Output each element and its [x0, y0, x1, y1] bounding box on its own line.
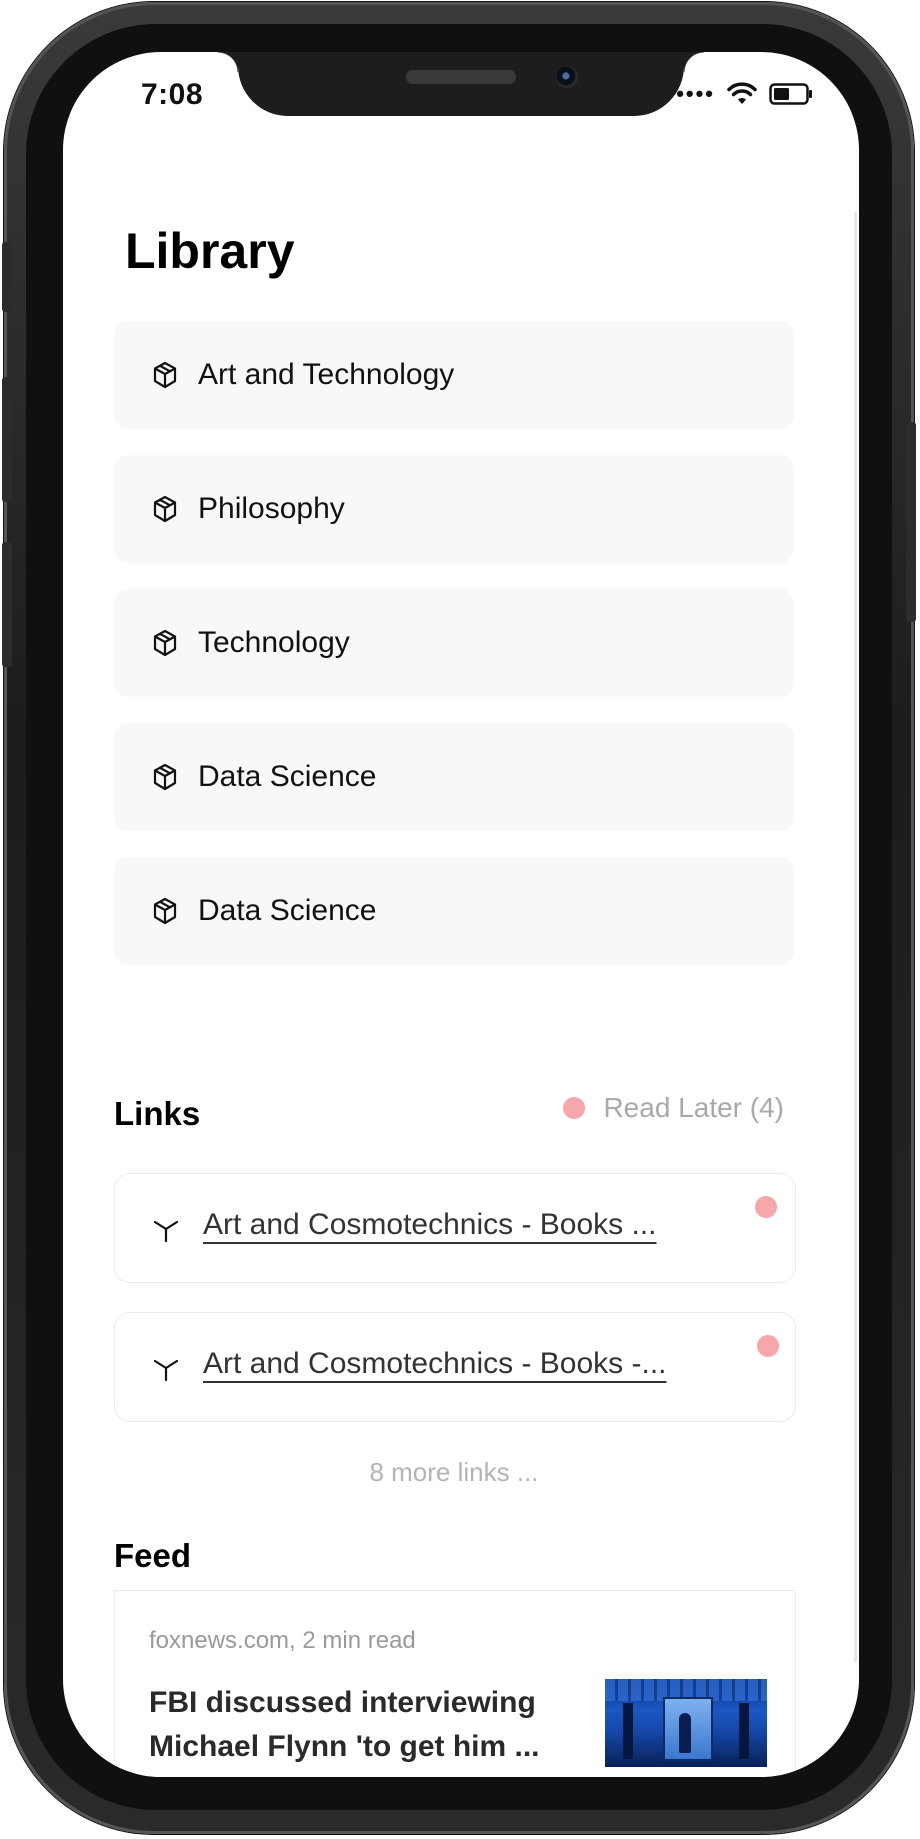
links-title: Links [114, 1095, 201, 1132]
speaker [406, 70, 516, 84]
thumbnail-figure [679, 1713, 691, 1753]
feed-title: Feed [114, 1537, 192, 1574]
library-item-label: Art and Technology [198, 358, 455, 391]
link-item[interactable]: Art and Cosmotechnics - Books ... [114, 1173, 796, 1283]
wifi-icon [727, 82, 757, 104]
library-item-label: Data Science [198, 760, 377, 793]
thumbnail-pillar [623, 1703, 633, 1759]
library-item[interactable]: Technology [114, 589, 794, 697]
library-item[interactable]: Art and Technology [114, 321, 794, 429]
library-item[interactable]: Data Science [114, 723, 794, 831]
scrollbar[interactable] [854, 212, 857, 1662]
mute-switch [2, 242, 12, 312]
library-title: Library [125, 223, 295, 279]
link-title[interactable]: Art and Cosmotechnics - Books -... [203, 1347, 667, 1381]
screen: 7:08 •••• Library Art and Technology Phi… [63, 52, 859, 1777]
battery-icon [769, 83, 812, 105]
branch-icon [153, 1218, 179, 1243]
status-icons: •••• [676, 82, 813, 106]
library-item-label: Philosophy [198, 492, 345, 525]
cube-icon [152, 495, 178, 523]
read-later-label: Read Later (4) [603, 1092, 784, 1123]
cube-icon [152, 629, 178, 657]
power-button [906, 422, 916, 622]
status-time: 7:08 [141, 78, 204, 111]
signal-icon: •••• [676, 81, 715, 106]
feed-item-meta: foxnews.com, 2 min read [149, 1627, 416, 1654]
cube-icon [152, 763, 178, 791]
library-item-label: Technology [198, 626, 350, 659]
cube-icon [152, 897, 178, 925]
library-item[interactable]: Philosophy [114, 455, 794, 563]
volume-up-button [2, 377, 12, 502]
feed-item-thumbnail[interactable] [605, 1679, 767, 1767]
unread-dot-icon [563, 1097, 586, 1119]
read-later-filter[interactable]: Read Later (4) [563, 1092, 784, 1124]
thumbnail-pillar [739, 1703, 749, 1759]
cube-icon [152, 361, 178, 389]
volume-down-button [2, 542, 12, 667]
link-title[interactable]: Art and Cosmotechnics - Books ... [203, 1208, 657, 1242]
unread-dot-icon [755, 1196, 777, 1218]
link-item[interactable]: Art and Cosmotechnics - Books -... [114, 1312, 796, 1422]
library-item-label: Data Science [198, 894, 377, 927]
notch [218, 52, 704, 116]
front-camera [556, 66, 578, 88]
branch-icon [153, 1357, 179, 1382]
feed-item[interactable]: foxnews.com, 2 min read FBI discussed in… [114, 1590, 796, 1777]
feed-item-title[interactable]: FBI discussed interviewing Michael Flynn… [149, 1681, 549, 1769]
more-links-button[interactable]: 8 more links ... [114, 1457, 794, 1488]
unread-dot-icon [757, 1335, 779, 1357]
library-item[interactable]: Data Science [114, 857, 794, 965]
